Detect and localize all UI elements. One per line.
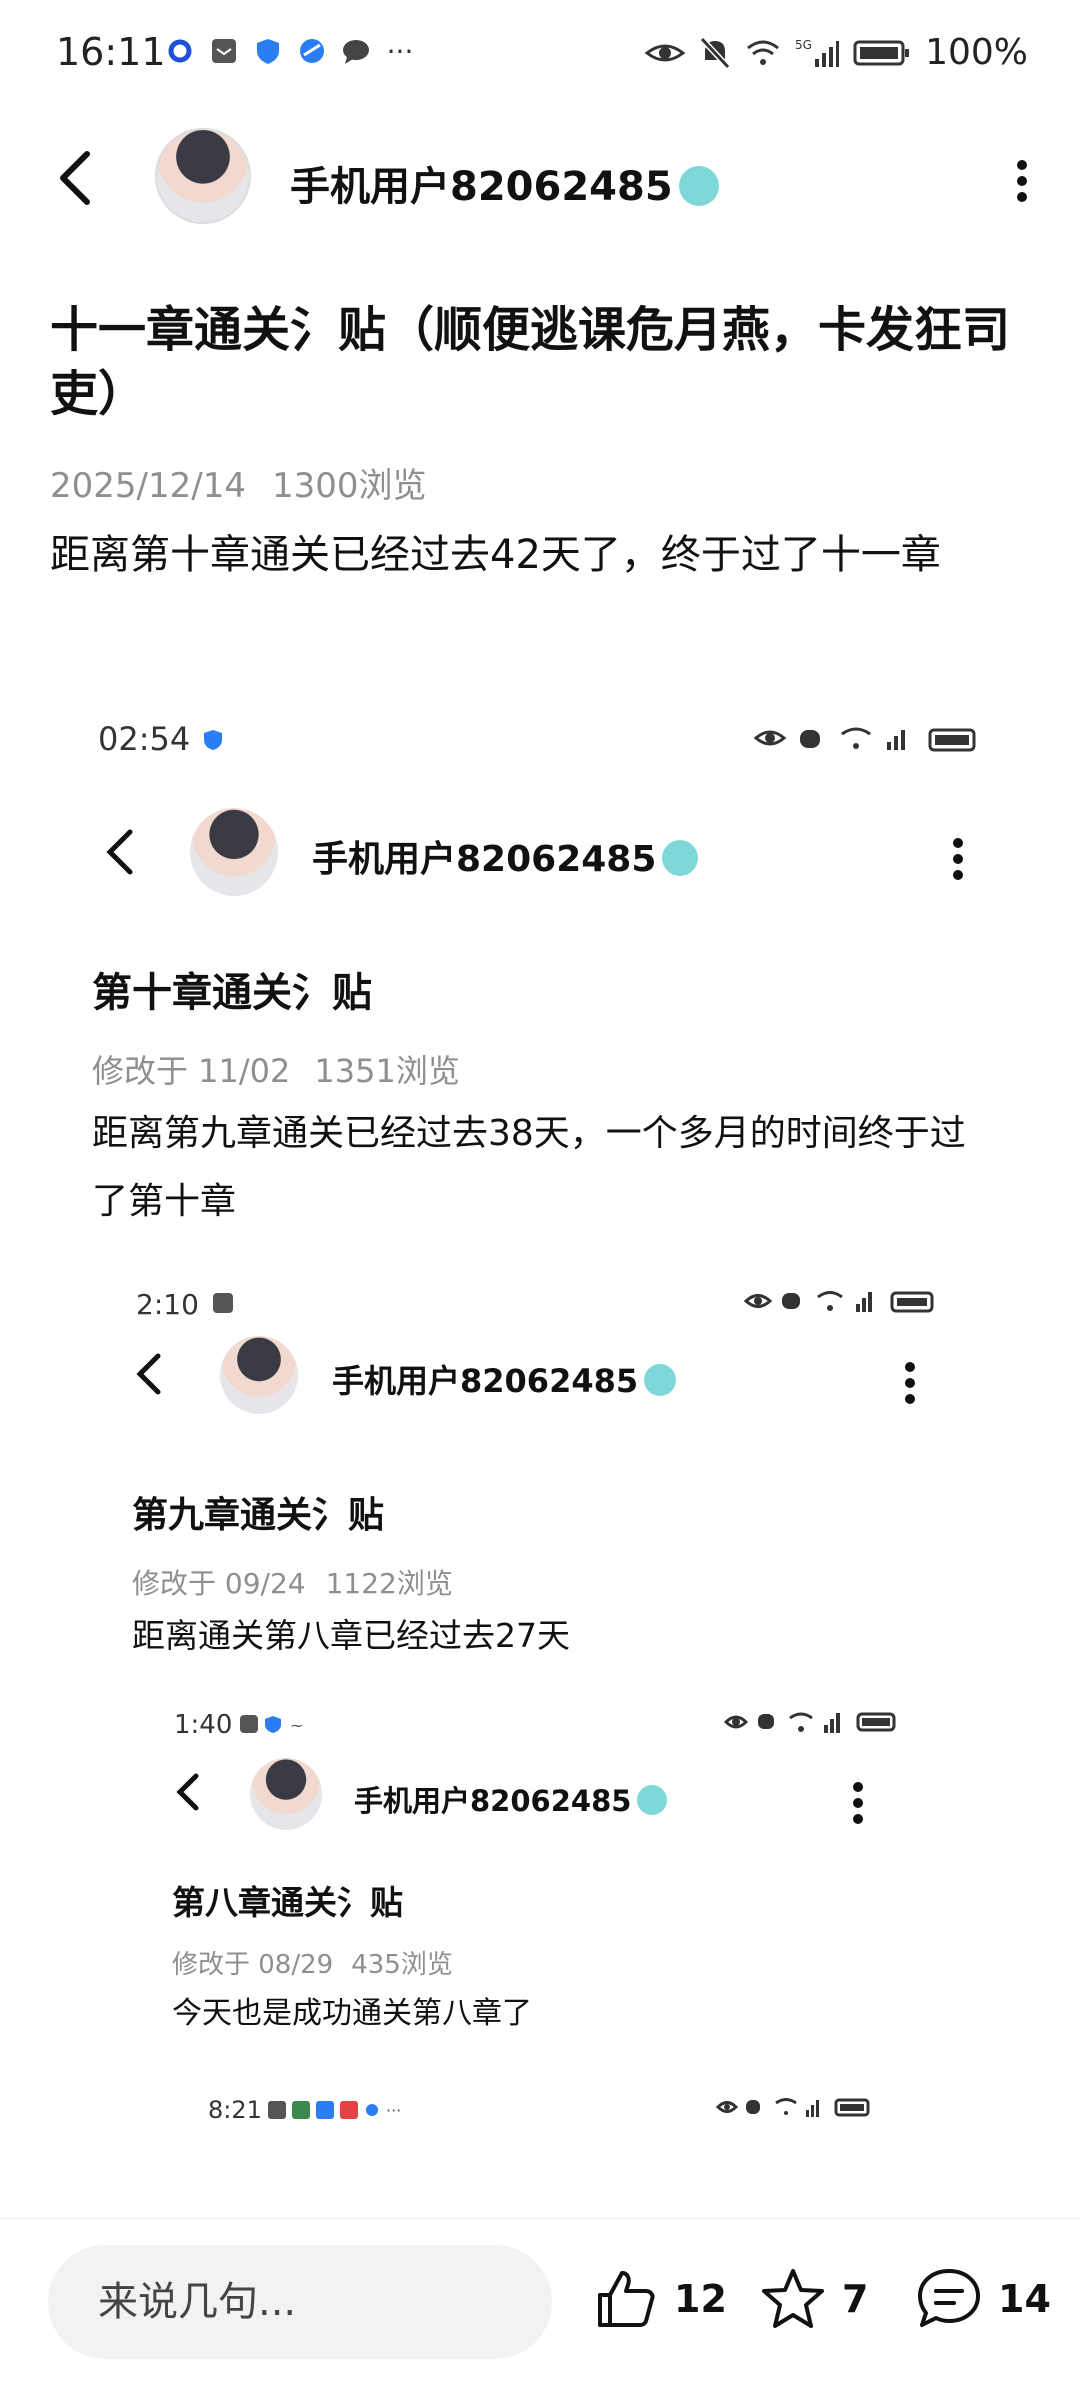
user-badge-icon bbox=[637, 1785, 668, 1815]
author-name[interactable]: 手机用户82062485 bbox=[312, 830, 699, 882]
embedded-screenshot-1[interactable]: 02:54 手机用户82062485 第十章通关氵贴 修改于 11/02 1351… bbox=[92, 700, 992, 2220]
post-views: 1351浏览 bbox=[314, 1052, 460, 1090]
post-meta: 2025/12/14 1300浏览 bbox=[50, 458, 453, 507]
avatar[interactable] bbox=[155, 128, 251, 224]
post-meta: 修改于 09/24 1122浏览 bbox=[132, 1562, 453, 1602]
post-body: 今天也是成功通关第八章了 bbox=[172, 1996, 532, 2031]
post-meta: 修改于 08/29 435浏览 bbox=[172, 1944, 453, 1981]
system-status: 5G 100% bbox=[645, 32, 1028, 73]
post-meta: 修改于 11/02 1351浏览 bbox=[92, 1046, 460, 1092]
status-icons-left: ··· bbox=[268, 2101, 401, 2120]
author-name-text: 手机用户82062485 bbox=[332, 1362, 639, 1400]
modified-date: 修改于 08/29 bbox=[172, 1950, 334, 1980]
post-title: 第十章通关氵贴 bbox=[92, 970, 372, 1016]
embedded-status-icons bbox=[752, 724, 992, 754]
battery-icon bbox=[853, 40, 910, 65]
svg-text:~: ~ bbox=[290, 1716, 303, 1735]
favorite-button[interactable]: 7 bbox=[760, 2267, 868, 2331]
mail-icon bbox=[209, 36, 239, 66]
post-body: 距离通关第八章已经过去27天 bbox=[132, 1616, 570, 1655]
star-icon bbox=[762, 2269, 824, 2328]
post-title: 十一章通关氵贴（顺便逃课危月燕，卡发狂司吏） bbox=[50, 302, 1011, 422]
embedded-screenshot-4[interactable]: 8:21 ··· bbox=[208, 2090, 888, 2150]
modified-date: 修改于 09/24 bbox=[132, 1567, 306, 1600]
embedded-time: 2:10 bbox=[136, 1288, 199, 1321]
back-button[interactable] bbox=[134, 1352, 164, 1398]
author-name[interactable]: 手机用户82062485 bbox=[290, 154, 719, 212]
comment-count: 14 bbox=[998, 2277, 1051, 2321]
svg-text:···: ··· bbox=[386, 2101, 401, 2120]
browser-icon bbox=[297, 36, 327, 66]
embedded-status-icons bbox=[742, 1288, 952, 1316]
post-body: 距离第十章通关已经过去42天了，终于过了十一章 bbox=[50, 532, 941, 578]
embedded-time: 02:54 bbox=[98, 720, 191, 758]
post-header: 手机用户82062485 bbox=[0, 118, 1080, 238]
post-body: 距离第九章通关已经过去38天，一个多月的时间终于过了第十章 bbox=[92, 1113, 966, 1222]
thumbs-up-icon bbox=[598, 2271, 655, 2327]
back-button[interactable] bbox=[55, 148, 105, 208]
more-options-button[interactable] bbox=[904, 1356, 916, 1406]
battery-percent: 100% bbox=[925, 32, 1028, 73]
wifi-icon bbox=[747, 40, 780, 65]
like-count: 12 bbox=[674, 2277, 727, 2321]
svg-text:5G: 5G bbox=[795, 38, 812, 52]
post-views: 435浏览 bbox=[351, 1950, 453, 1980]
favorite-count: 7 bbox=[842, 2277, 869, 2321]
embedded-screenshot-3[interactable]: 1:40 ~ 手机用户82062485 第八章通关氵贴 修改于 08/29 435… bbox=[172, 1700, 912, 2220]
embedded-time: 8:21 bbox=[208, 2096, 262, 2124]
status-time: 16:11 bbox=[56, 30, 166, 74]
comment-input[interactable]: 来说几句... bbox=[48, 2245, 552, 2359]
signal-5g-icon: 5G bbox=[795, 38, 840, 67]
more-options-button[interactable] bbox=[1016, 154, 1028, 204]
post-views: 1300浏览 bbox=[271, 466, 427, 506]
author-name-text: 手机用户82062485 bbox=[312, 839, 657, 880]
modified-date: 修改于 11/02 bbox=[92, 1052, 291, 1090]
comment-button[interactable]: 14 bbox=[916, 2267, 1051, 2331]
shield-icon bbox=[253, 36, 283, 66]
avatar[interactable] bbox=[190, 808, 278, 896]
chevron-left-icon bbox=[60, 151, 90, 205]
author-name-text: 手机用户82062485 bbox=[290, 164, 673, 210]
user-badge-icon bbox=[662, 840, 699, 876]
like-button[interactable]: 12 bbox=[594, 2267, 727, 2331]
chat-bubble-icon bbox=[341, 36, 371, 66]
post-date: 2025/12/14 bbox=[50, 466, 246, 506]
bottom-action-bar: 来说几句... 12 7 14 bbox=[0, 2218, 1080, 2389]
post-title: 第八章通关氵贴 bbox=[172, 1883, 403, 1922]
embedded-status-icons bbox=[722, 1710, 912, 1736]
author-name-text: 手机用户82062485 bbox=[354, 1784, 632, 1818]
more-options-button[interactable] bbox=[952, 832, 964, 882]
user-badge-icon bbox=[678, 166, 719, 206]
post-views: 1122浏览 bbox=[325, 1567, 453, 1600]
mail-icon bbox=[213, 1293, 233, 1313]
back-button[interactable] bbox=[102, 826, 136, 878]
status-bar: 16:11 ··· 5G 100% bbox=[0, 0, 1080, 110]
author-name[interactable]: 手机用户82062485 bbox=[354, 1778, 668, 1820]
status-icons-left: ~ bbox=[240, 1715, 303, 1735]
author-name[interactable]: 手机用户82062485 bbox=[332, 1356, 677, 1402]
more-options-button[interactable] bbox=[852, 1776, 864, 1826]
embedded-status-icons bbox=[714, 2096, 884, 2120]
embedded-screenshot-2[interactable]: 2:10 手机用户82062485 第九章通关氵贴 修改于 09/24 1122浏… bbox=[132, 1270, 952, 2220]
notification-icons: ··· bbox=[165, 34, 415, 68]
shield-icon bbox=[204, 730, 222, 750]
eye-icon bbox=[645, 44, 686, 61]
avatar[interactable] bbox=[250, 1758, 322, 1830]
comment-bubble-icon bbox=[918, 2269, 980, 2327]
back-button[interactable] bbox=[174, 1772, 202, 1814]
avatar[interactable] bbox=[220, 1336, 298, 1414]
post-title: 第九章通关氵贴 bbox=[132, 1495, 385, 1536]
app-circle-icon bbox=[165, 36, 195, 66]
more-notifications-icon: ··· bbox=[386, 34, 414, 68]
embedded-time: 1:40 bbox=[174, 1710, 233, 1740]
mute-bell-icon bbox=[699, 36, 731, 69]
user-badge-icon bbox=[644, 1364, 677, 1396]
